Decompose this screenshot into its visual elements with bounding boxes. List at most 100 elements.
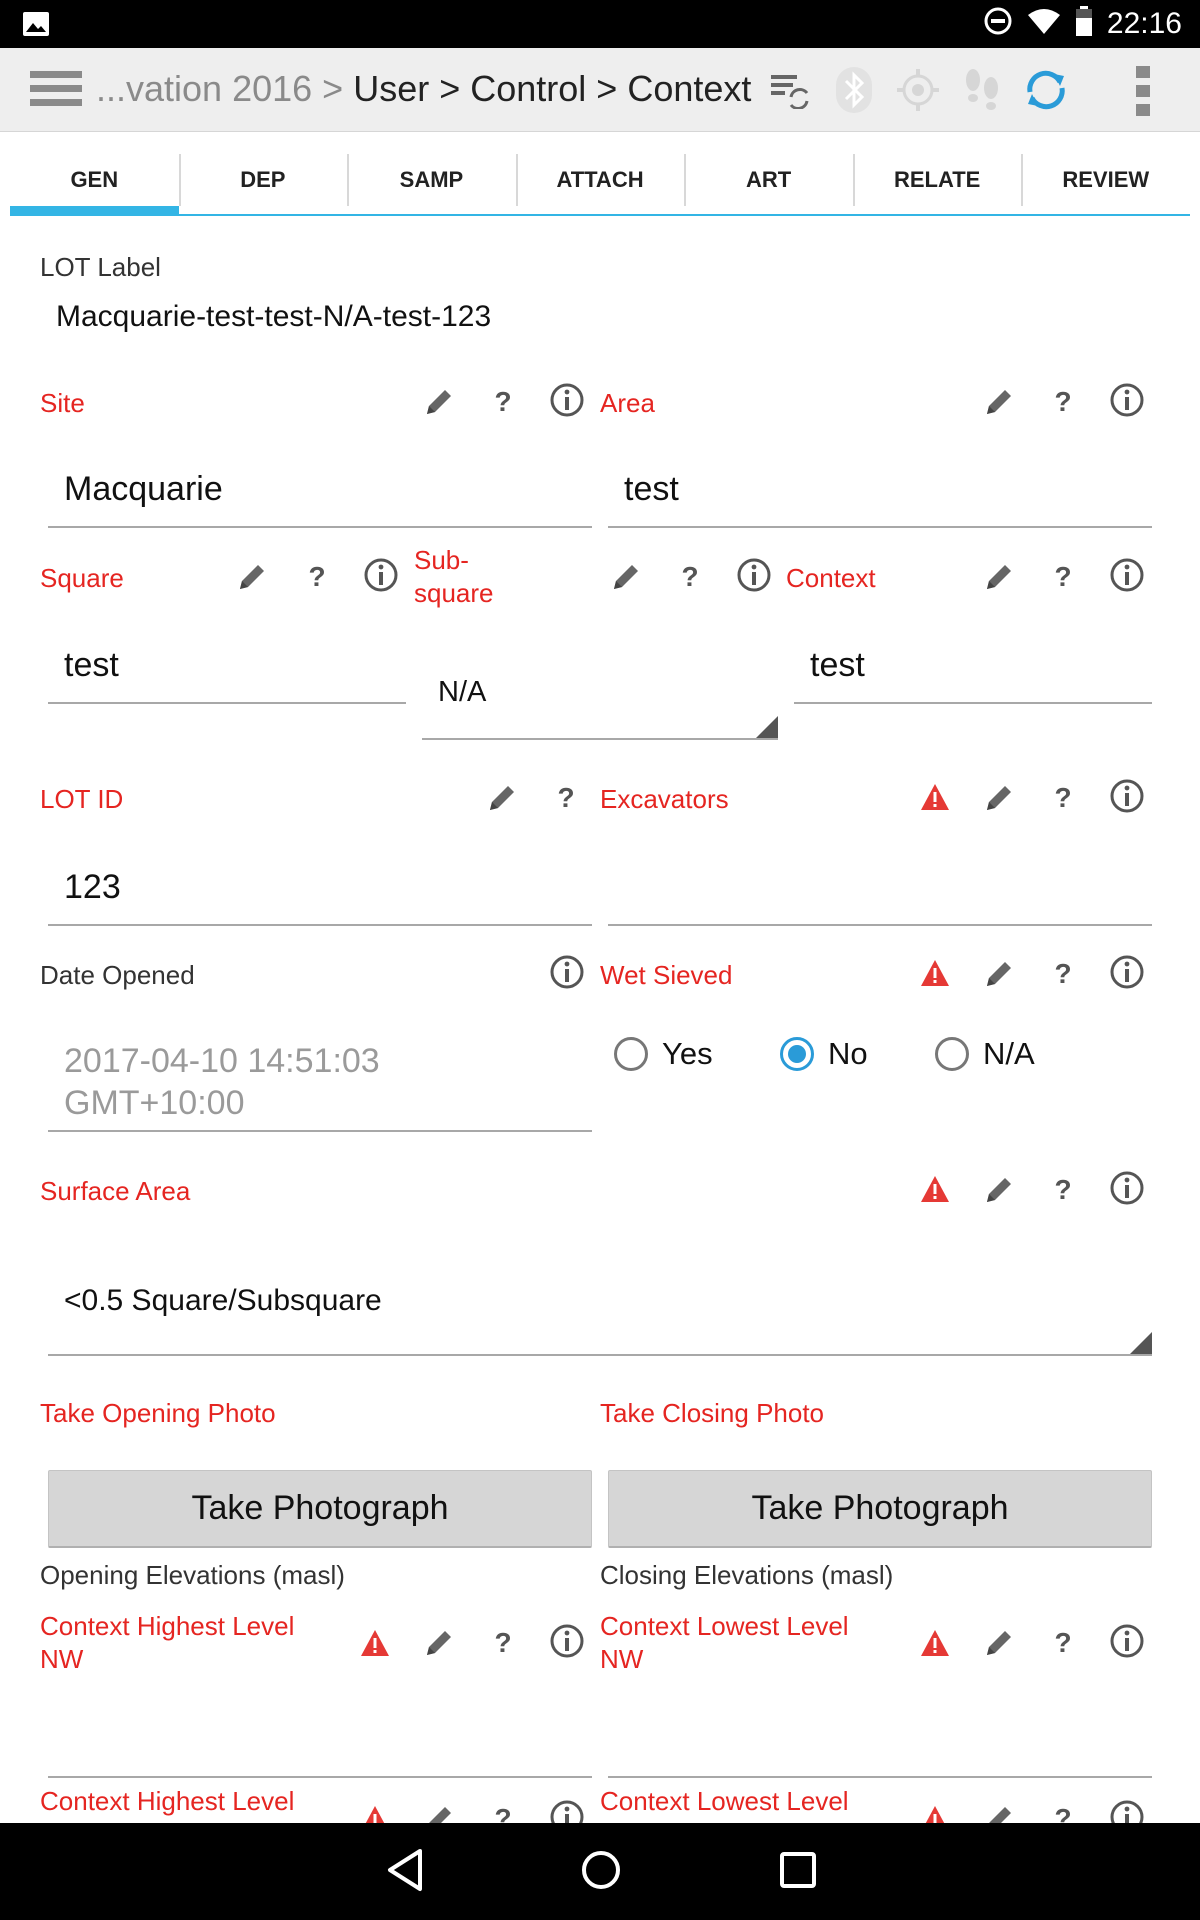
info-icon[interactable]	[1109, 1170, 1145, 1211]
excavators-input[interactable]	[608, 860, 1152, 926]
tab-attach[interactable]: ATTACH	[515, 146, 685, 214]
pencil-icon[interactable]	[486, 780, 520, 819]
help-icon[interactable]: ?	[486, 1801, 520, 1823]
wet-sieved-option-no[interactable]: No	[780, 1036, 868, 1072]
help-icon[interactable]: ?	[1046, 1801, 1080, 1823]
info-icon[interactable]	[1109, 557, 1145, 598]
form-content: LOT Label Macquarie-test-test-N/A-test-1…	[0, 218, 1200, 1823]
area-input[interactable]: test	[608, 462, 1152, 528]
sync-icon[interactable]	[1014, 66, 1078, 114]
breadcrumb-path[interactable]: User > Control > Context	[353, 68, 751, 109]
help-icon[interactable]: ?	[549, 780, 583, 819]
info-icon[interactable]	[549, 1623, 585, 1664]
info-icon[interactable]	[1109, 1799, 1145, 1823]
info-icon[interactable]	[549, 382, 585, 423]
lot-id-value: 123	[64, 868, 121, 906]
tab-samp[interactable]: SAMP	[347, 146, 516, 214]
pencil-icon[interactable]	[983, 1801, 1017, 1823]
pencil-icon[interactable]	[423, 1625, 457, 1664]
dnd-icon	[983, 6, 1013, 41]
radio-button-checked[interactable]	[780, 1037, 814, 1071]
pencil-icon[interactable]	[423, 384, 457, 423]
take-closing-photo-button[interactable]: Take Photograph	[608, 1470, 1152, 1548]
tab-gen[interactable]: GEN	[10, 146, 179, 216]
tab-relate[interactable]: RELATE	[852, 146, 1022, 214]
tab-dep[interactable]: DEP	[178, 146, 348, 214]
tracking-icon[interactable]	[950, 66, 1014, 114]
wet-sieved-option-yes[interactable]: Yes	[614, 1036, 713, 1072]
help-icon[interactable]: ?	[486, 384, 520, 423]
site-value: Macquarie	[64, 470, 223, 508]
lot-id-input[interactable]: 123	[48, 860, 592, 926]
svg-text:?: ?	[681, 561, 698, 592]
dropdown-arrow-icon	[1130, 1332, 1152, 1354]
context-lowest-nw-input[interactable]	[608, 1712, 1152, 1778]
tab-review[interactable]: REVIEW	[1021, 146, 1190, 214]
svg-text:?: ?	[557, 782, 574, 813]
context-input[interactable]: test	[794, 638, 1152, 704]
info-icon[interactable]	[549, 1799, 585, 1823]
help-icon[interactable]: ?	[300, 559, 334, 598]
pencil-icon[interactable]	[983, 1172, 1017, 1211]
dropdown-arrow-icon	[756, 716, 778, 738]
pencil-icon[interactable]	[983, 384, 1017, 423]
wet-sieved-option-na[interactable]: N/A	[935, 1036, 1035, 1072]
sync-settings-icon[interactable]	[758, 71, 822, 109]
pencil-icon[interactable]	[423, 1801, 457, 1823]
tab-bar: GEN DEP SAMP ATTACH ART RELATE REVIEW	[10, 146, 1190, 216]
help-icon[interactable]: ?	[1046, 559, 1080, 598]
svg-text:?: ?	[1054, 561, 1071, 592]
help-icon[interactable]: ?	[486, 1625, 520, 1664]
closing-elevations-heading: Closing Elevations (masl)	[600, 1560, 894, 1590]
surface-area-select[interactable]: <0.5 Square/Subsquare	[48, 1254, 1152, 1356]
info-icon[interactable]	[1109, 778, 1145, 819]
pencil-icon[interactable]	[983, 780, 1017, 819]
pencil-icon[interactable]	[236, 559, 270, 598]
subsquare-select[interactable]: N/A	[422, 658, 778, 740]
home-icon[interactable]	[580, 1847, 622, 1898]
opening-elevations-heading: Opening Elevations (masl)	[40, 1560, 345, 1590]
clock: 22:16	[1106, 6, 1182, 40]
help-icon[interactable]: ?	[1046, 956, 1080, 995]
context-lowest-nw-label: Context Lowest Level NW	[600, 1611, 849, 1674]
pencil-icon[interactable]	[983, 1625, 1017, 1664]
gps-icon[interactable]	[886, 67, 950, 113]
pencil-icon[interactable]	[610, 559, 644, 598]
site-input[interactable]: Macquarie	[48, 462, 592, 528]
tab-art[interactable]: ART	[684, 146, 853, 214]
hamburger-menu-icon[interactable]	[30, 69, 82, 114]
pencil-icon[interactable]	[983, 956, 1017, 995]
radio-button[interactable]	[935, 1037, 969, 1071]
help-icon[interactable]: ?	[1046, 384, 1080, 423]
help-icon[interactable]: ?	[1046, 780, 1080, 819]
back-icon[interactable]	[384, 1847, 426, 1898]
breadcrumb-truncated[interactable]: ...vation 2016 >	[96, 68, 343, 109]
lot-label-label: LOT Label	[40, 252, 161, 282]
info-icon[interactable]	[1109, 954, 1145, 995]
surface-area-value: <0.5 Square/Subsquare	[64, 1284, 382, 1317]
warning-icon	[919, 1628, 951, 1663]
help-icon[interactable]: ?	[1046, 1625, 1080, 1664]
info-icon[interactable]	[736, 557, 772, 598]
info-icon[interactable]	[1109, 1623, 1145, 1664]
square-input[interactable]: test	[48, 638, 406, 704]
bluetooth-icon[interactable]	[822, 65, 886, 115]
overflow-menu-icon[interactable]	[1136, 66, 1150, 121]
help-icon[interactable]: ?	[673, 559, 707, 598]
info-icon[interactable]	[363, 557, 399, 598]
context-highest-nw-input[interactable]	[48, 1712, 592, 1778]
pencil-icon[interactable]	[983, 559, 1017, 598]
context-highest-nw-label: Context Highest Level NW	[40, 1611, 295, 1674]
recents-icon[interactable]	[777, 1847, 819, 1898]
subsquare-label: Sub- square	[414, 545, 494, 608]
info-icon[interactable]	[549, 954, 585, 995]
radio-button[interactable]	[614, 1037, 648, 1071]
svg-text:?: ?	[1054, 1803, 1071, 1823]
area-label: Area	[600, 388, 655, 418]
warning-icon	[919, 1804, 951, 1823]
take-opening-photo-button[interactable]: Take Photograph	[48, 1470, 592, 1548]
info-icon[interactable]	[1109, 382, 1145, 423]
subsquare-value: N/A	[438, 676, 487, 708]
breadcrumb[interactable]: ...vation 2016 > User > Control > Contex…	[96, 68, 751, 110]
help-icon[interactable]: ?	[1046, 1172, 1080, 1211]
